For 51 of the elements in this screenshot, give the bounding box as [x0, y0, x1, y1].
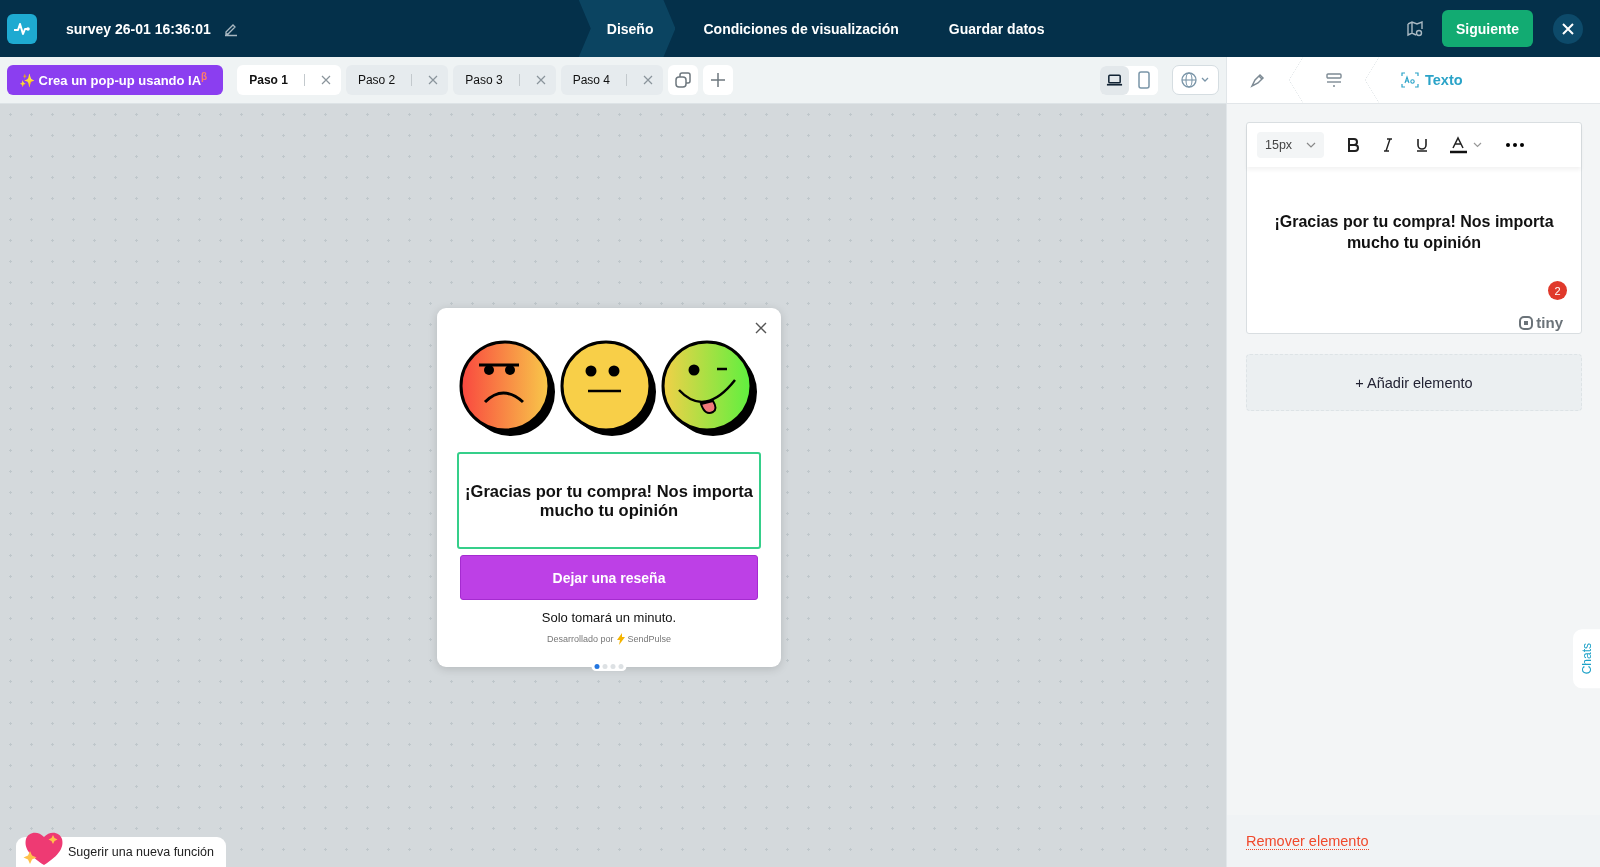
- plus-icon: [710, 72, 726, 88]
- note-text: Solo tomará un minuto.: [541, 610, 677, 625]
- preview-icon[interactable]: [1406, 19, 1424, 38]
- text-editor[interactable]: 15px ¡Gracias por tu compra! Nos importa mucho tu opinión 2 tiny: [1246, 122, 1582, 334]
- text-icon: [1401, 72, 1419, 88]
- close-icon[interactable]: [320, 75, 331, 85]
- close-icon: [1561, 21, 1575, 36]
- ai-popup-button[interactable]: ✨ Crea un pop-up usando IA$^{β}$: [7, 65, 224, 95]
- laptop-icon: [1106, 72, 1123, 88]
- lightning-icon: [616, 633, 625, 645]
- page-dot[interactable]: [594, 664, 600, 669]
- brand-link[interactable]: SendPulse: [627, 634, 672, 644]
- copy-icon: [674, 71, 692, 89]
- review-button[interactable]: Dejar una reseña: [460, 555, 758, 600]
- notification-badge: 2: [1548, 281, 1567, 300]
- add-element-button[interactable]: + Añadir elemento: [1246, 354, 1582, 411]
- more-icon[interactable]: [1506, 143, 1525, 147]
- sad-face-icon[interactable]: [459, 340, 557, 436]
- credit-text: Desarrollado por: [546, 634, 614, 644]
- neutral-face-icon[interactable]: [560, 340, 658, 436]
- chevron-down-icon: [1306, 142, 1317, 148]
- duplicate-button[interactable]: [668, 65, 698, 95]
- font-size-dropdown[interactable]: 15px: [1257, 132, 1325, 158]
- logo-icon: [7, 13, 37, 44]
- add-step-button[interactable]: [703, 65, 733, 95]
- step-tab[interactable]: Paso 2: [345, 65, 449, 95]
- message-text[interactable]: ¡Gracias por tu compra! Nos importa mucho tu opinión: [457, 452, 761, 549]
- brush-icon[interactable]: [1249, 71, 1267, 89]
- step-tab[interactable]: Diseño: [578, 0, 676, 57]
- desktop-view-button[interactable]: [1100, 65, 1129, 95]
- survey-title: survey 26-01 16:36:01: [66, 20, 211, 37]
- step-tab[interactable]: Paso 3: [453, 65, 556, 95]
- editor-text[interactable]: ¡Gracias por tu compra! Nos importa mucho tu opinión: [1247, 211, 1581, 253]
- page-dot[interactable]: [618, 664, 624, 669]
- phone-icon: [1136, 71, 1151, 89]
- close-button[interactable]: [1553, 13, 1583, 44]
- step-tab[interactable]: Guardar datos: [920, 0, 1067, 57]
- page-dot[interactable]: [610, 664, 616, 669]
- language-dropdown[interactable]: [1172, 65, 1219, 95]
- page-dot[interactable]: [602, 664, 608, 669]
- step-tab[interactable]: Paso 4: [560, 65, 663, 95]
- winking-face-icon[interactable]: [661, 340, 759, 436]
- step-tab[interactable]: Paso 1: [237, 65, 341, 95]
- bold-icon[interactable]: [1346, 137, 1361, 153]
- close-icon[interactable]: [755, 322, 767, 334]
- tiny-logo-icon: [1519, 315, 1534, 330]
- tiny-brand-text: tiny: [1536, 314, 1563, 331]
- layout-icon[interactable]: [1325, 71, 1343, 89]
- italic-icon[interactable]: [1382, 137, 1395, 153]
- underline-icon[interactable]: [1416, 137, 1429, 153]
- step-tab[interactable]: Condiciones de visualización: [675, 0, 921, 57]
